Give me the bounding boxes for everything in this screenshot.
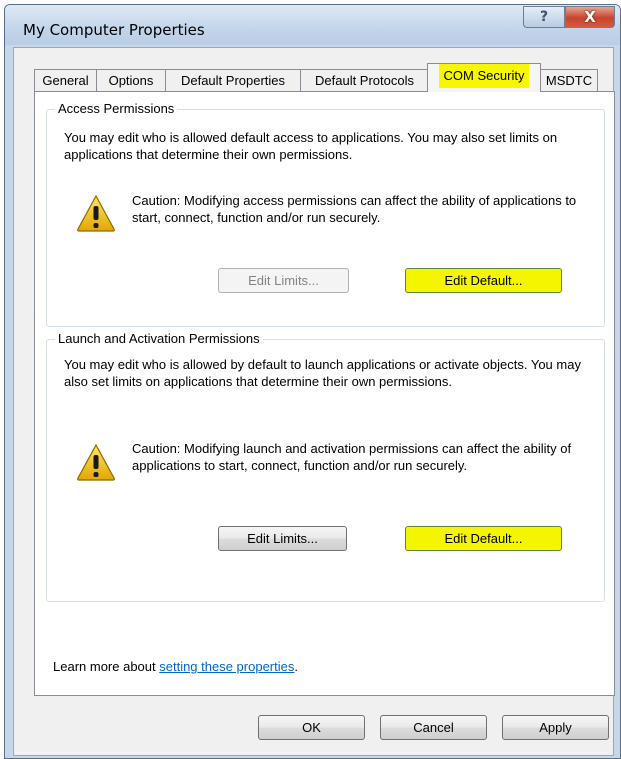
access-edit-limits-button[interactable]: Edit Limits...	[218, 268, 349, 293]
properties-window: My Computer Properties ? X General Optio…	[4, 4, 621, 759]
launch-activation-group: Launch and Activation Permissions You ma…	[46, 331, 605, 602]
tab-default-protocols[interactable]: Default Protocols	[300, 69, 429, 91]
close-icon: X	[584, 8, 596, 26]
tab-com-security-label: COM Security	[438, 64, 530, 88]
warning-triangle-icon	[77, 194, 115, 232]
access-permissions-group: Access Permissions You may edit who is a…	[46, 101, 605, 327]
access-permissions-description: You may edit who is allowed default acce…	[64, 130, 558, 162]
close-button[interactable]: X	[565, 6, 615, 28]
tab-options[interactable]: Options	[96, 69, 166, 91]
cancel-button[interactable]: Cancel	[380, 715, 487, 740]
access-caution-text: Caution: Modifying access permissions ca…	[132, 193, 577, 225]
apply-button[interactable]: Apply	[502, 715, 609, 740]
learn-more-suffix: .	[294, 659, 298, 674]
access-edit-default-button[interactable]: Edit Default...	[405, 268, 562, 293]
help-icon: ?	[539, 9, 549, 25]
warning-triangle-icon	[77, 443, 115, 481]
launch-activation-title: Launch and Activation Permissions	[55, 331, 263, 347]
tab-general[interactable]: General	[34, 69, 97, 91]
tab-com-security[interactable]: COM Security	[427, 63, 541, 92]
title-bar[interactable]: My Computer Properties ? X	[5, 5, 620, 45]
dialog-client-area: General Options Default Properties Defau…	[13, 47, 615, 756]
launch-activation-description: You may edit who is allowed by default t…	[64, 357, 581, 389]
launch-caution-text: Caution: Modifying launch and activation…	[132, 441, 572, 473]
window-title: My Computer Properties	[23, 21, 205, 39]
com-security-panel: Access Permissions You may edit who is a…	[34, 91, 615, 696]
tab-strip: General Options Default Properties Defau…	[34, 63, 614, 92]
learn-more-prefix: Learn more about	[53, 659, 160, 674]
tab-default-properties[interactable]: Default Properties	[165, 69, 301, 91]
learn-more-line: Learn more about setting these propertie…	[53, 659, 298, 674]
learn-more-link[interactable]: setting these properties	[159, 659, 294, 674]
help-button[interactable]: ?	[523, 6, 565, 28]
access-permissions-title: Access Permissions	[55, 101, 178, 117]
launch-edit-limits-button[interactable]: Edit Limits...	[218, 526, 347, 551]
ok-button[interactable]: OK	[258, 715, 365, 740]
tab-msdtc[interactable]: MSDTC	[540, 69, 598, 91]
launch-edit-default-button[interactable]: Edit Default...	[405, 526, 562, 551]
